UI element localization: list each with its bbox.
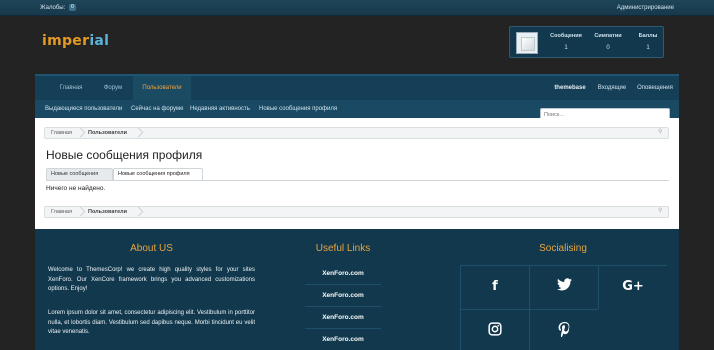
footer-link[interactable]: XenForo.com (305, 330, 381, 350)
tab-new-profile-posts[interactable]: Новые сообщения профиля (113, 168, 203, 180)
nav-inbox[interactable]: Входящие (593, 76, 631, 100)
footer-link[interactable]: XenForo.com (305, 264, 381, 285)
nav-alerts[interactable]: Оповещения (633, 76, 677, 100)
user-panel: Сообщения 1 Симпатии 0 Баллы 1 (509, 26, 664, 58)
instagram-icon (461, 322, 529, 342)
breadcrumb-separator (135, 207, 143, 217)
complaints-label: Жалобы: (40, 5, 66, 11)
socialising-heading: Socialising (539, 243, 587, 254)
page-title: Новые сообщения профиля (46, 148, 203, 162)
stat-likes[interactable]: Симпатии 0 (588, 32, 628, 53)
footer: About US Welcome to ThemesCorp! we creat… (35, 229, 679, 350)
main-nav: Главная Форум Пользователи themebase Вхо… (35, 74, 679, 100)
breadcrumb-separator (135, 128, 143, 138)
twitter-icon (530, 278, 598, 297)
main-content: Главная Пользователи ⚲ Новые сообщения п… (35, 118, 679, 229)
social-twitter[interactable] (529, 265, 598, 309)
google-plus-icon: G+ (622, 279, 644, 294)
about-text-1: Welcome to ThemesCorp! we create high qu… (48, 267, 255, 292)
breadcrumb-home[interactable]: Главная (51, 207, 72, 217)
site-logo[interactable]: imperial (42, 33, 109, 49)
stat-value: 0 (606, 45, 610, 51)
tab-divider (46, 180, 669, 181)
breadcrumb-separator (77, 207, 85, 217)
pin-icon[interactable]: ⚲ (658, 208, 663, 215)
stat-label: Сообщения (550, 33, 582, 39)
footer-link[interactable]: XenForo.com (305, 286, 381, 307)
stat-value: 1 (646, 45, 650, 51)
complaints-link[interactable]: Жалобы: 0 (40, 3, 76, 13)
about-heading: About US (130, 243, 173, 254)
social-grid: f G+ (460, 265, 667, 350)
subnav-new-profile-posts[interactable]: Новые сообщения профиля (259, 100, 337, 118)
empty-message: Ничего не найдено. (46, 185, 106, 192)
complaints-count-badge: 0 (68, 4, 76, 11)
tab-home[interactable]: Главная (49, 76, 93, 100)
stat-points[interactable]: Баллы 1 (628, 32, 668, 53)
social-google-plus[interactable]: G+ (598, 265, 667, 309)
breadcrumb-users[interactable]: Пользователи (88, 128, 127, 138)
social-facebook[interactable]: f (460, 265, 529, 309)
facebook-icon: f (492, 279, 498, 294)
tab-users[interactable]: Пользователи (133, 76, 191, 100)
nav-user-menu[interactable]: themebase (549, 76, 591, 100)
stat-label: Баллы (638, 33, 658, 39)
logo-part-1: imper (42, 33, 90, 49)
subnav-online-now[interactable]: Сейчас на форуме (131, 100, 183, 118)
admin-link[interactable]: Администрирование (617, 3, 674, 13)
stat-messages[interactable]: Сообщения 1 (546, 32, 586, 53)
pinterest-icon (530, 322, 598, 343)
stat-value: 1 (564, 45, 568, 51)
avatar[interactable] (516, 32, 538, 54)
top-bar: Жалобы: 0 Администрирование (0, 0, 714, 16)
social-instagram[interactable] (460, 309, 529, 350)
subnav-notable-members[interactable]: Выдающиеся пользователи (45, 100, 122, 118)
breadcrumb: Главная Пользователи ⚲ (44, 127, 669, 139)
pin-icon[interactable]: ⚲ (658, 129, 663, 136)
useful-links-heading: Useful Links (315, 243, 371, 254)
stat-label: Симпатии (594, 33, 622, 39)
logo-part-2: ial (89, 33, 110, 49)
breadcrumb-users[interactable]: Пользователи (88, 207, 127, 217)
breadcrumb-home[interactable]: Главная (51, 128, 72, 138)
footer-link[interactable]: XenForo.com (305, 308, 381, 329)
social-pinterest[interactable] (529, 309, 598, 350)
tab-forum[interactable]: Форум (93, 76, 133, 100)
breadcrumb-separator (77, 128, 85, 138)
about-text-2: Lorem ipsum dolor sit amet, consectetur … (48, 310, 255, 335)
breadcrumb-bottom: Главная Пользователи ⚲ (44, 206, 669, 218)
tab-new-posts[interactable]: Новые сообщения (46, 168, 113, 180)
subnav-recent-activity[interactable]: Недавняя активность (190, 100, 250, 118)
